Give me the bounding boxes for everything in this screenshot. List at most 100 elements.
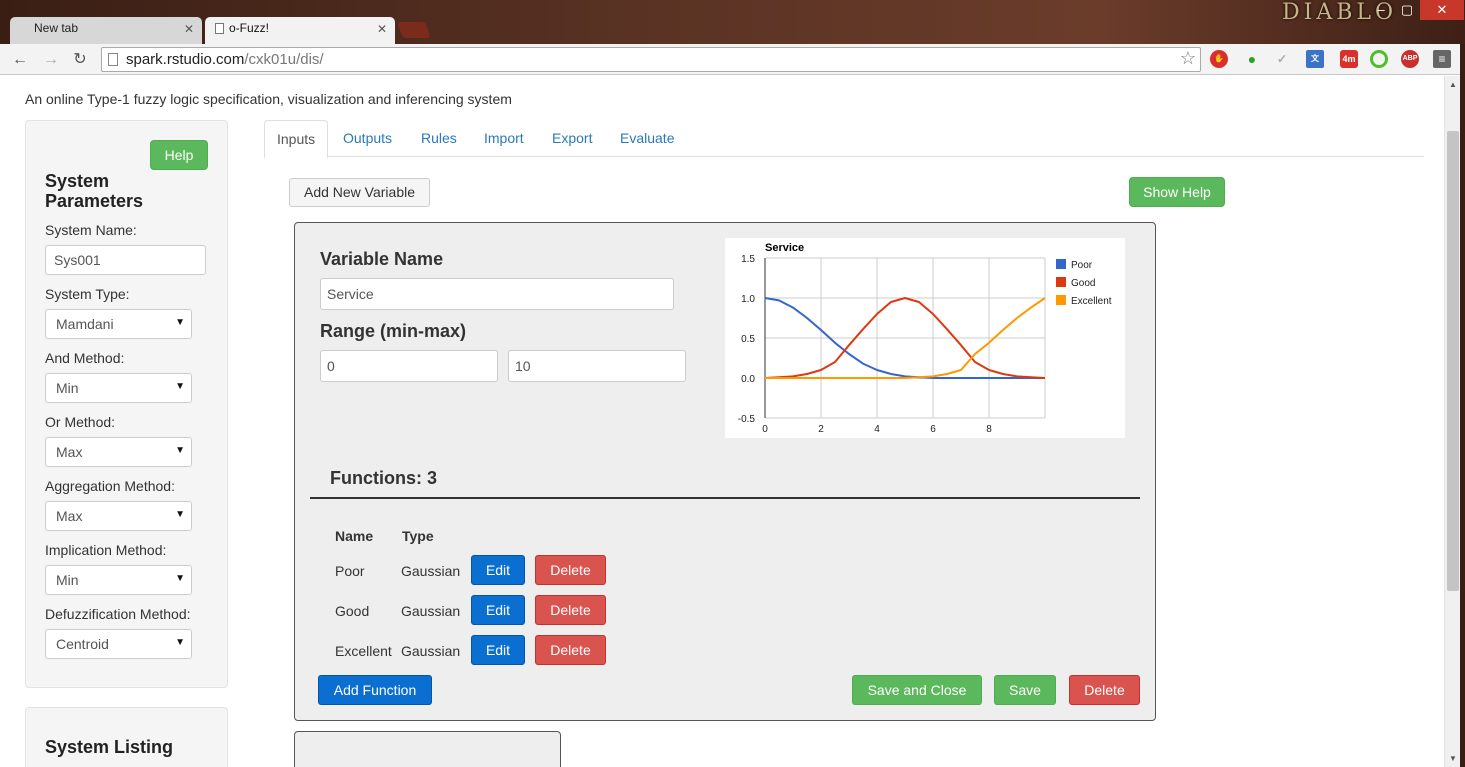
browser-titlebar: New tab ✕ o-Fuzz! ✕ DIABLO – ▢ ✕ bbox=[0, 0, 1465, 44]
tab-inputs[interactable]: Inputs bbox=[264, 120, 329, 158]
range-min-input[interactable]: 0 bbox=[320, 350, 498, 382]
legend-swatch bbox=[1056, 277, 1066, 287]
delete-variable-button[interactable]: Delete bbox=[1069, 675, 1140, 705]
system-name-input[interactable]: Sys001 bbox=[45, 245, 206, 275]
tab-import[interactable]: Import bbox=[472, 120, 536, 157]
legend-label: Poor bbox=[1071, 260, 1093, 271]
system-name-label: System Name: bbox=[45, 222, 137, 238]
and-method-select[interactable]: Min ▼ bbox=[45, 373, 192, 403]
tab-outputs[interactable]: Outputs bbox=[331, 120, 404, 157]
legend-label: Excellent bbox=[1071, 296, 1112, 307]
x-tick-label: 0 bbox=[762, 424, 768, 435]
save-button[interactable]: Save bbox=[994, 675, 1056, 705]
dropdown-arrow-icon: ▼ bbox=[175, 637, 185, 648]
legend-label: Good bbox=[1071, 278, 1095, 289]
bookmark-star-icon[interactable]: ☆ bbox=[1180, 48, 1196, 69]
y-tick-label: 0.0 bbox=[741, 374, 755, 385]
variable-name-input[interactable]: Service bbox=[320, 278, 674, 310]
selected-value: Min bbox=[56, 572, 79, 588]
edit-button[interactable]: Edit bbox=[471, 595, 525, 625]
x-tick-label: 8 bbox=[986, 424, 992, 435]
help-button[interactable]: Help bbox=[150, 140, 208, 170]
scroll-down-icon[interactable]: ▼ bbox=[1449, 754, 1457, 763]
aggregation-method-label: Aggregation Method: bbox=[45, 478, 175, 494]
edit-button[interactable]: Edit bbox=[471, 555, 525, 585]
dropdown-arrow-icon: ▼ bbox=[175, 317, 185, 328]
maximize-icon[interactable]: ▢ bbox=[1394, 0, 1420, 20]
q-extension-icon[interactable] bbox=[1370, 50, 1388, 68]
show-help-button[interactable]: Show Help bbox=[1129, 177, 1225, 207]
tab-rules[interactable]: Rules bbox=[409, 120, 469, 157]
selected-value: Mamdani bbox=[56, 316, 114, 332]
feather-icon[interactable]: ✓ bbox=[1273, 50, 1291, 68]
implication-method-select[interactable]: Min ▼ bbox=[45, 565, 192, 595]
and-method-label: And Method: bbox=[45, 350, 125, 366]
aggregation-method-select[interactable]: Max ▼ bbox=[45, 501, 192, 531]
main-tabs: Inputs Outputs Rules Import Export Evalu… bbox=[264, 120, 1424, 158]
dropdown-arrow-icon: ▼ bbox=[175, 573, 185, 584]
system-listing-panel: System Listing bbox=[25, 707, 228, 767]
y-tick-label: -0.5 bbox=[738, 414, 756, 425]
scrollbar-thumb[interactable] bbox=[1447, 131, 1459, 591]
defuzzification-method-select[interactable]: Centroid ▼ bbox=[45, 629, 192, 659]
selected-value: Centroid bbox=[56, 636, 109, 652]
adblock-icon[interactable]: ABP bbox=[1401, 50, 1419, 68]
page-subtitle: An online Type-1 fuzzy logic specificati… bbox=[25, 91, 512, 107]
add-function-button[interactable]: Add Function bbox=[318, 675, 432, 705]
functions-title: Functions: 3 bbox=[330, 468, 437, 488]
or-method-label: Or Method: bbox=[45, 414, 116, 430]
y-tick-label: 1.0 bbox=[741, 294, 755, 305]
page-icon bbox=[215, 23, 224, 34]
minimize-icon[interactable]: – bbox=[1368, 0, 1394, 20]
translate-icon[interactable]: 文 bbox=[1306, 50, 1324, 68]
window-close-icon[interactable]: ✕ bbox=[1420, 0, 1464, 20]
menu-icon[interactable]: ≡ bbox=[1433, 50, 1451, 68]
variable-editor-panel: Variable Name Service Range (min-max) 0 … bbox=[294, 222, 1156, 721]
browser-toolbar: ← → ↻ spark.rstudio.com/cxk01u/dis/ ☆ ✋ … bbox=[0, 44, 1465, 75]
function-name: Poor bbox=[335, 563, 365, 579]
tab-export[interactable]: Export bbox=[540, 120, 604, 157]
back-arrow-icon[interactable]: ← bbox=[9, 49, 31, 71]
column-header-name: Name bbox=[335, 528, 374, 544]
chart-title: Service bbox=[765, 242, 804, 254]
url-text[interactable]: spark.rstudio.com/cxk01u/dis/ bbox=[126, 51, 324, 68]
or-method-select[interactable]: Max ▼ bbox=[45, 437, 192, 467]
browser-tab-ofuzz[interactable]: o-Fuzz! ✕ bbox=[205, 17, 395, 44]
tab-close-icon[interactable]: ✕ bbox=[184, 22, 194, 36]
url-path: /cxk01u/dis/ bbox=[244, 51, 324, 68]
page-content: An online Type-1 fuzzy logic specificati… bbox=[0, 76, 1445, 767]
scroll-up-icon[interactable]: ▲ bbox=[1449, 80, 1457, 89]
save-and-close-button[interactable]: Save and Close bbox=[852, 675, 982, 705]
tab-close-icon[interactable]: ✕ bbox=[377, 22, 387, 36]
window-border bbox=[1460, 44, 1465, 767]
address-bar[interactable]: spark.rstudio.com/cxk01u/dis/ ☆ bbox=[101, 47, 1201, 72]
timer-extension-icon[interactable]: 4m bbox=[1340, 50, 1358, 68]
implication-method-label: Implication Method: bbox=[45, 542, 167, 558]
column-header-type: Type bbox=[402, 528, 434, 544]
chart-svg: Service 1.5 1.0 0.5 0.0 -0.5 0 2 4 6 8 Poor Good Exce… bbox=[738, 242, 1112, 435]
system-parameters-panel: Help System Parameters System Name: Sys0… bbox=[25, 120, 228, 688]
vertical-scrollbar[interactable]: ▲ ▼ bbox=[1444, 76, 1460, 767]
panel-title: System Listing bbox=[45, 737, 174, 757]
new-tab-button[interactable] bbox=[397, 22, 431, 38]
forward-arrow-icon[interactable]: → bbox=[40, 49, 62, 71]
range-max-input[interactable]: 10 bbox=[508, 350, 686, 382]
tab-evaluate[interactable]: Evaluate bbox=[608, 120, 686, 157]
system-type-select[interactable]: Mamdani ▼ bbox=[45, 309, 192, 339]
function-type: Gaussian bbox=[401, 563, 461, 579]
x-tick-label: 2 bbox=[818, 424, 824, 435]
dropdown-arrow-icon: ▼ bbox=[175, 445, 185, 456]
delete-button[interactable]: Delete bbox=[535, 635, 606, 665]
status-dot-icon[interactable]: ● bbox=[1243, 50, 1261, 68]
edit-button[interactable]: Edit bbox=[471, 635, 525, 665]
panel-title: System Parameters bbox=[45, 171, 144, 211]
stop-extension-icon[interactable]: ✋ bbox=[1210, 50, 1228, 68]
dropdown-arrow-icon: ▼ bbox=[175, 381, 185, 392]
add-new-variable-button[interactable]: Add New Variable bbox=[289, 178, 430, 207]
function-name: Good bbox=[335, 603, 370, 619]
delete-button[interactable]: Delete bbox=[535, 555, 606, 585]
dropdown-arrow-icon: ▼ bbox=[175, 509, 185, 520]
delete-button[interactable]: Delete bbox=[535, 595, 606, 625]
reload-icon[interactable]: ↻ bbox=[69, 49, 91, 71]
browser-tab-new[interactable]: New tab ✕ bbox=[10, 17, 202, 44]
